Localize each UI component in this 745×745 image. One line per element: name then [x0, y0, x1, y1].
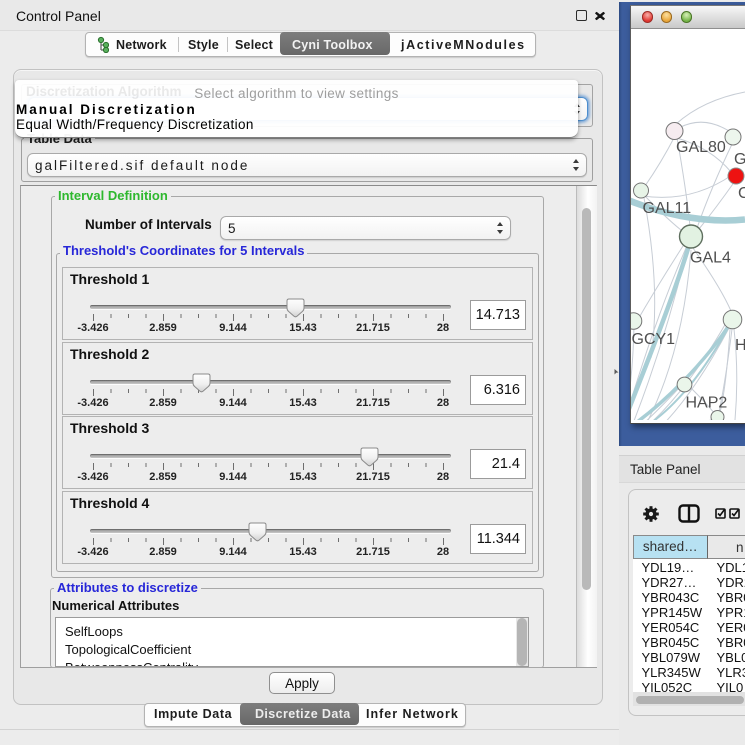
svg-text:HAP2: HAP2: [686, 395, 728, 412]
svg-text:GCY1: GCY1: [632, 331, 676, 348]
svg-text:CY: CY: [738, 185, 745, 202]
svg-text:GAL4: GAL4: [690, 250, 731, 267]
svg-text:GA: GA: [734, 151, 745, 168]
svg-text:GAL11: GAL11: [643, 200, 692, 217]
svg-text:GAL80: GAL80: [676, 139, 726, 156]
svg-text:HI: HI: [735, 337, 745, 354]
